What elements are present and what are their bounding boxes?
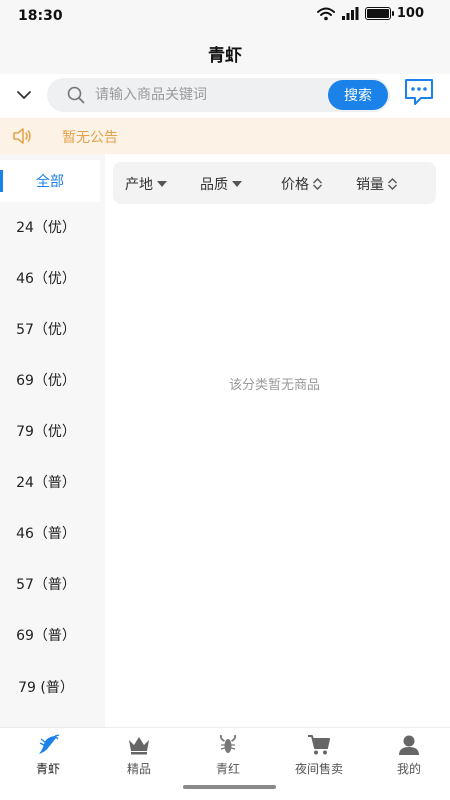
sort-quality-label: 品质 (200, 177, 228, 193)
page-title: 青虾 (208, 45, 242, 66)
wifi-icon (316, 7, 335, 20)
tab-premium[interactable]: 精品 (101, 734, 177, 777)
shrimp-icon (39, 734, 60, 754)
sort-bar: 产地 品质 价格 销量 (113, 162, 436, 204)
search-button[interactable]: 搜索 (328, 80, 388, 110)
sidebar-item[interactable]: 69（优） (0, 360, 92, 400)
signal-icon (341, 7, 359, 20)
sort-updown-icon (388, 178, 397, 190)
notice-bar: 暂无公告 (0, 118, 450, 154)
sort-updown-icon (313, 178, 322, 190)
search-input[interactable] (95, 83, 323, 107)
battery-icon (364, 7, 394, 20)
crown-icon (129, 737, 149, 755)
message-icon (405, 79, 433, 105)
sort-sales-label: 销量 (356, 177, 384, 193)
tab-label: 青虾 (35, 762, 60, 776)
sidebar-item[interactable]: 57（优） (0, 309, 92, 349)
tab-label: 精品 (126, 762, 151, 776)
tab-red[interactable]: 青红 (190, 734, 266, 777)
sidebar-item[interactable]: 79 (普） (0, 667, 92, 707)
sidebar-item-all[interactable]: 全部 (0, 160, 100, 202)
sort-origin-label: 产地 (125, 177, 153, 193)
sort-origin[interactable]: 产地 (125, 174, 167, 194)
cart-icon (308, 735, 330, 755)
battery-level: 100 (396, 6, 424, 21)
tab-label: 我的 (396, 762, 421, 776)
speaker-icon (13, 128, 31, 144)
tab-profile[interactable]: 我的 (371, 734, 447, 777)
status-time: 18:30 (18, 8, 63, 24)
search-box[interactable]: 搜索 (47, 78, 390, 112)
tab-label: 青红 (215, 762, 240, 776)
sort-quality[interactable]: 品质 (200, 174, 242, 194)
tab-shrimp[interactable]: 青虾 (10, 734, 86, 777)
caret-down-icon (157, 181, 167, 187)
sidebar-item[interactable]: 24（优） (0, 207, 92, 247)
home-indicator (183, 785, 276, 789)
sidebar-item[interactable]: 57（普） (0, 564, 92, 604)
status-indicators: 100 (316, 6, 424, 21)
lobster-icon (219, 734, 237, 753)
profile-icon (399, 735, 419, 755)
tab-night-sale[interactable]: 夜间售卖 (281, 734, 357, 777)
sort-price[interactable]: 价格 (281, 174, 322, 194)
empty-message: 该分类暂无商品 (228, 378, 320, 393)
sidebar-item[interactable]: 24（普） (0, 462, 92, 502)
search-icon (67, 86, 85, 104)
app-header: 青虾 (0, 32, 450, 74)
chevron-down-icon[interactable] (16, 88, 32, 102)
sidebar-item-label: 全部 (36, 174, 64, 190)
notice-text: 暂无公告 (62, 130, 118, 146)
tab-bar: 青虾 精品 青红 夜间售卖 我的 (0, 727, 450, 800)
category-sidebar: 全部 24（优） 46（优） 57（优） 69（优） 79（优） 24（普） 4… (0, 154, 105, 727)
active-indicator (0, 170, 3, 192)
sort-price-label: 价格 (281, 177, 309, 193)
status-bar: 18:30 100 (0, 0, 450, 32)
sort-sales[interactable]: 销量 (356, 174, 397, 194)
message-button[interactable] (403, 77, 435, 107)
sidebar-item[interactable]: 69（普） (0, 615, 92, 655)
sidebar-item[interactable]: 46（普） (0, 513, 92, 553)
tab-label: 夜间售卖 (294, 762, 343, 776)
caret-down-icon (232, 181, 242, 187)
search-row: 搜索 (0, 74, 450, 116)
sidebar-item[interactable]: 46（优） (0, 258, 92, 298)
sidebar-item[interactable]: 79（优） (0, 411, 92, 451)
